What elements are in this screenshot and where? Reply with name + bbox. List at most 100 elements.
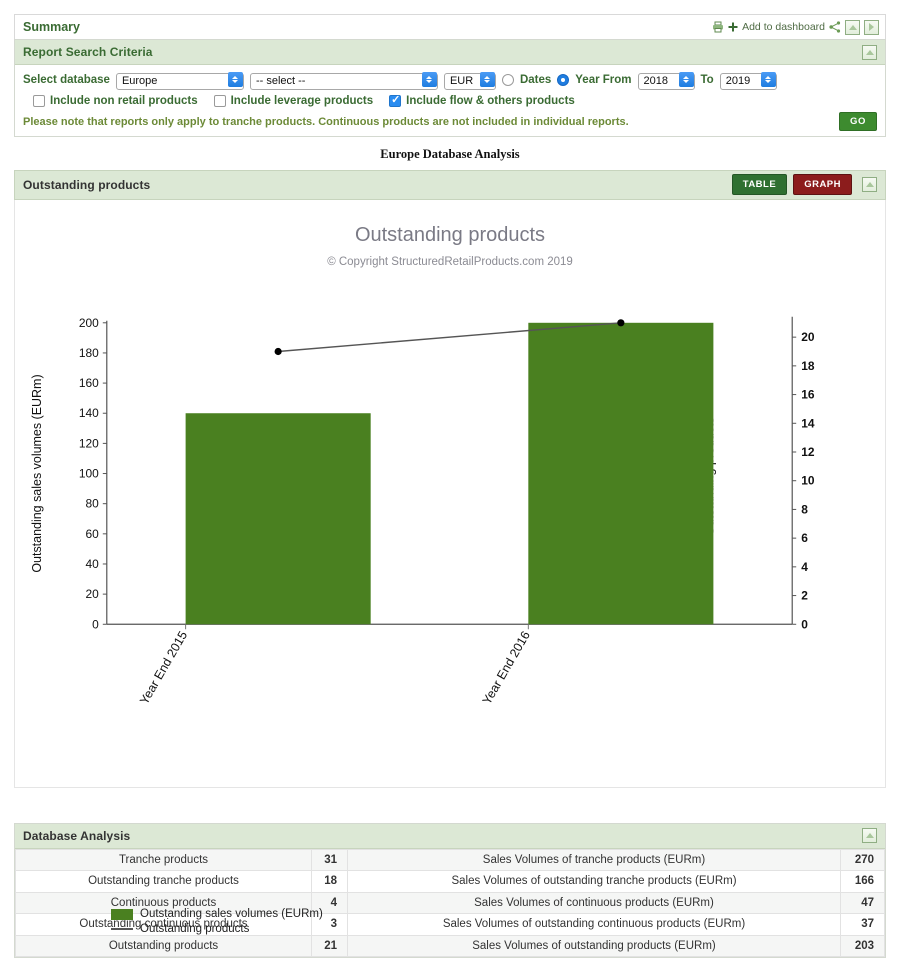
row-label: Outstanding products [15, 934, 312, 957]
row-volume-label: Sales Volumes of outstanding products (E… [347, 934, 841, 957]
table-view-button[interactable]: TABLE [731, 174, 788, 195]
table-row: Tranche products 31 Sales Volumes of tranc… [15, 848, 885, 871]
chart-line-marker [274, 347, 282, 355]
include-leverage-label: Include leverage products [230, 94, 374, 107]
outstanding-products-header: Outstanding products TABLE GRAPH [14, 169, 886, 200]
chevron-up-icon [865, 833, 874, 838]
summary-title: Summary [23, 20, 80, 34]
row-volume: 166 [840, 870, 885, 893]
row-volume-label: Sales Volumes of tranche products (EURm) [347, 848, 841, 871]
collapse-criteria-button[interactable] [862, 44, 877, 60]
year-from-select-wrap: 2018 [637, 71, 695, 90]
collapse-outstanding-button[interactable] [862, 177, 877, 192]
summary-bar: Summary Add to dashboard [14, 14, 886, 39]
include-non-retail-checkbox[interactable] [33, 94, 45, 107]
y2-axis-tick-label: 4 [801, 559, 808, 573]
to-label: To [700, 74, 714, 87]
criteria-note: Please note that reports only apply to t… [23, 116, 629, 128]
y2-axis-tick-label: 0 [801, 617, 808, 631]
chart-legend: Outstanding sales volumes (EURm) Outstan… [111, 907, 323, 937]
share-icon[interactable] [829, 21, 841, 33]
database-select-wrap: Europe [115, 71, 244, 90]
y-axis-tick-label: 140 [79, 406, 99, 420]
legend-swatch-bar [111, 908, 133, 920]
row-volume: 37 [840, 913, 885, 936]
y-axis-tick-label: 180 [79, 345, 99, 359]
row-volume: 47 [840, 891, 885, 914]
row-count: 31 [311, 848, 348, 871]
category-select-wrap: -- select -- [249, 71, 438, 90]
include-leverage-checkbox[interactable] [213, 94, 226, 107]
select-database-label: Select database [23, 74, 110, 87]
currency-select-wrap: EUR [443, 71, 496, 90]
y2-axis-tick-label: 10 [801, 473, 815, 487]
criteria-row-note: Please note that reports only apply to t… [23, 111, 877, 131]
y-axis-tick-label: 20 [85, 587, 99, 601]
table-row: Outstanding products 21 Sales Volumes of o… [15, 934, 885, 957]
year-from-radio[interactable] [557, 74, 570, 87]
legend-item-line: Outstanding products [111, 922, 323, 937]
row-count: 21 [311, 934, 348, 957]
year-from-label: Year From [575, 74, 632, 87]
report-search-criteria-body: Select database Europe -- select -- EUR [15, 65, 885, 136]
database-select[interactable]: Europe [115, 72, 244, 90]
row-volume-label: Sales Volumes of continuous products (EU… [347, 891, 841, 914]
row-count: 18 [311, 870, 348, 893]
legend-item-bars: Outstanding sales volumes (EURm) [111, 907, 323, 922]
year-from-select[interactable]: 2018 [637, 72, 695, 90]
y-axis-tick-label: 200 [79, 315, 99, 329]
row-label: Tranche products [15, 848, 312, 871]
report-search-criteria-header: Report Search Criteria [15, 40, 885, 65]
add-to-dashboard-label[interactable]: Add to dashboard [742, 21, 825, 33]
outstanding-products-title: Outstanding products [23, 177, 151, 192]
y2-axis-tick-label: 12 [801, 444, 815, 458]
database-analysis-table: Tranche products 31 Sales Volumes of tranc… [15, 848, 885, 958]
chart-line-marker [617, 318, 625, 326]
y-axis-tick-label: 120 [79, 436, 99, 450]
category-select[interactable]: -- select -- [249, 72, 438, 90]
chevron-up-icon [848, 24, 857, 30]
database-analysis-title: Database Analysis [23, 828, 131, 843]
chevron-up-icon [865, 49, 874, 55]
next-report-button[interactable] [864, 19, 879, 35]
criteria-row-checkboxes: Include non retail products Include leve… [33, 94, 877, 107]
graph-view-button[interactable]: GRAPH [793, 174, 852, 195]
y-axis-tick-label: 40 [85, 556, 99, 570]
legend-swatch-line [111, 928, 133, 930]
dates-radio[interactable] [501, 74, 514, 87]
y-axis-tick-label: 160 [79, 376, 99, 390]
collapse-summary-button[interactable] [845, 19, 860, 35]
row-volume: 203 [840, 934, 885, 957]
row-label: Outstanding tranche products [15, 870, 312, 893]
legend-label-line: Outstanding products [140, 923, 250, 935]
row-volume-label: Sales Volumes of outstanding tranche pro… [347, 870, 841, 893]
row-volume: 270 [840, 848, 885, 871]
x-axis-tick-label: Year End 2015 [137, 628, 190, 706]
row-volume-label: Sales Volumes of outstanding continuous … [347, 913, 841, 936]
chevron-up-icon [865, 182, 874, 187]
y2-axis-tick-label: 20 [801, 330, 815, 344]
dates-label: Dates [519, 74, 552, 87]
database-analysis-panel: Database Analysis Tranche products 31 Sale… [14, 822, 886, 958]
outstanding-products-chart: 0 20 40 60 80 100 120 140 160 180 200 Outstanding s… [30, 315, 815, 706]
y2-axis-tick-label: 16 [801, 387, 815, 401]
plus-icon[interactable] [728, 22, 738, 32]
include-flow-others-checkbox[interactable] [389, 94, 402, 107]
chart-bar [528, 322, 714, 624]
printer-icon[interactable] [712, 21, 724, 33]
y2-axis-tick-label: 18 [801, 358, 815, 372]
report-search-criteria-panel: Report Search Criteria Select database E… [14, 39, 886, 137]
include-flow-others-label: Include flow & others products [406, 94, 575, 107]
y-axis-tick-label: 80 [85, 496, 99, 510]
currency-select[interactable]: EUR [443, 72, 496, 90]
report-search-criteria-title: Report Search Criteria [23, 45, 153, 59]
dashboard-actions: Add to dashboard [712, 19, 879, 35]
year-to-select[interactable]: 2019 [719, 72, 777, 90]
go-button[interactable]: GO [839, 111, 877, 131]
criteria-row-selectors: Select database Europe -- select -- EUR [23, 71, 877, 90]
y-axis-tick-label: 100 [79, 466, 99, 480]
y-axis-label: Outstanding sales volumes (EURm) [30, 374, 44, 572]
legend-label-bars: Outstanding sales volumes (EURm) [140, 908, 323, 920]
y-axis-tick-label: 60 [85, 526, 99, 540]
collapse-database-analysis-button[interactable] [862, 828, 877, 843]
